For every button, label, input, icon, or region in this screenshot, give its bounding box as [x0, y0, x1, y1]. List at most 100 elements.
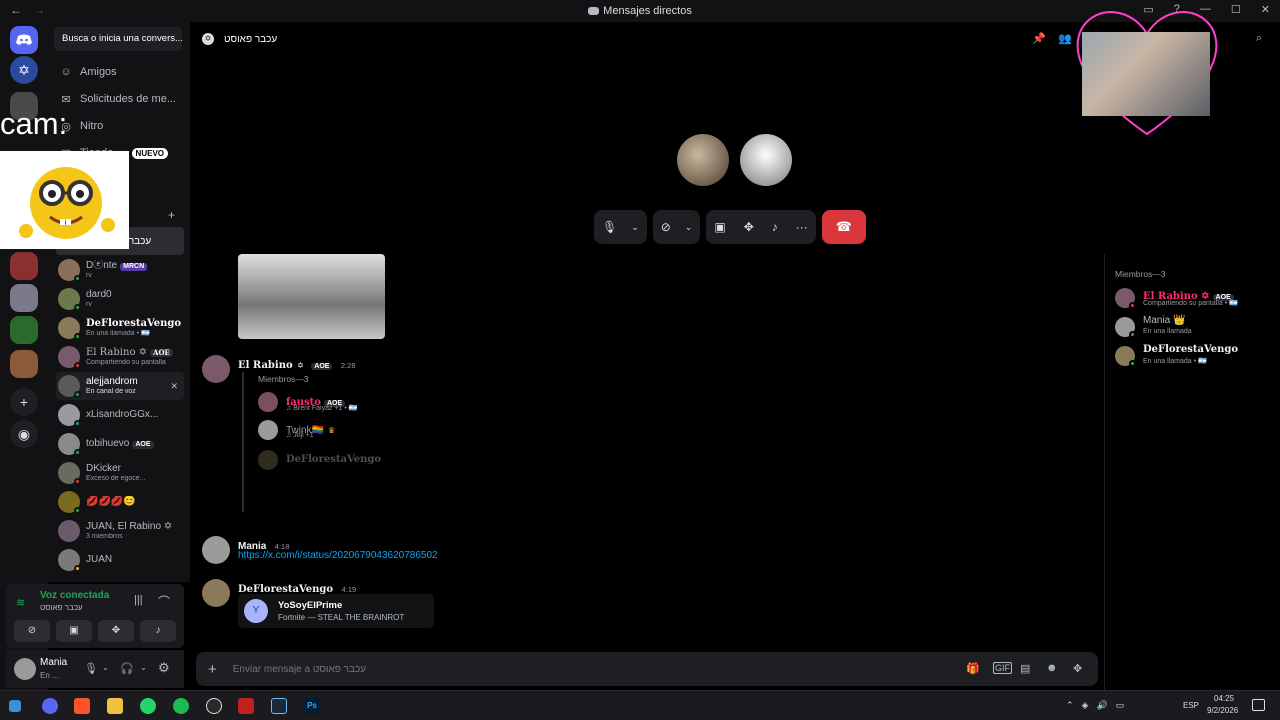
file-explorer-icon[interactable] — [107, 698, 123, 714]
brave-browser-icon[interactable] — [74, 698, 90, 714]
network-icon[interactable]: ◈ — [1082, 700, 1089, 711]
dm-item[interactable]: 💋💋💋😊 — [56, 488, 184, 516]
chevron-down-icon[interactable]: ⌄ — [631, 222, 639, 233]
dm-item-hover[interactable]: alejjandrom En canal de voz ✕ — [56, 372, 184, 400]
dm-item[interactable]: Dⓔnte MRCN rv — [56, 256, 184, 284]
more-options-icon[interactable]: ··· — [796, 220, 808, 234]
close-dm-icon[interactable]: ✕ — [170, 381, 178, 392]
search-icon[interactable]: ⌕ — [1256, 32, 1262, 45]
add-server-icon[interactable]: + — [10, 388, 38, 416]
user-status: En ... — [40, 671, 59, 680]
clock-date[interactable]: 9/2/2026 — [1207, 706, 1238, 715]
camera-off-icon[interactable]: ⊘ — [661, 220, 671, 234]
server-icon-7[interactable] — [10, 350, 38, 378]
home-discord-button[interactable] — [10, 26, 38, 54]
activity-card[interactable]: Y YoSoyElPrime Fortnite — STEAL THE BRAI… — [238, 594, 434, 628]
find-conversation-button[interactable]: Busca o inicia una convers... — [54, 27, 182, 51]
nav-friends[interactable]: ☺ Amigos — [54, 60, 182, 84]
activities-icon[interactable]: ✥ — [744, 220, 754, 234]
message-input[interactable] — [232, 663, 833, 675]
photoshop-icon[interactable]: Ps — [304, 698, 320, 714]
screen-share-icon[interactable]: ▣ — [714, 220, 725, 234]
soundboard-button[interactable]: ♪ — [140, 620, 176, 642]
avatar — [1115, 288, 1136, 309]
add-dm-icon[interactable]: + — [168, 208, 175, 222]
server-icon-6[interactable] — [10, 316, 38, 344]
members-embed: Miembros—3 fausto AOE ♫ Brent Faiyaz +1 •… — [242, 372, 422, 512]
dm-item-group[interactable]: JUAN, El Rabino ✡ 3 miembros — [56, 517, 184, 545]
avatar: Y — [244, 599, 268, 623]
server-icon-4[interactable] — [10, 252, 38, 280]
avatar[interactable] — [202, 355, 230, 383]
dm-status: 3 miembros — [86, 532, 123, 540]
nav-label: Amigos — [80, 66, 117, 78]
maximize-icon[interactable]: ☐ — [1231, 3, 1241, 16]
message-author[interactable]: El Rabino — [238, 360, 293, 371]
apps-icon[interactable]: ✥ — [1073, 662, 1082, 675]
headphones-icon[interactable]: 🎧 — [120, 662, 134, 675]
microphone-icon[interactable]: 🎙 — [602, 220, 617, 234]
dm-item[interactable]: tobihuevo AOE — [56, 430, 184, 458]
voice-status-title[interactable]: Voz conectada — [40, 590, 109, 601]
share-screen-button[interactable]: ▣ — [56, 620, 92, 642]
dm-item[interactable]: dard0 rv — [56, 285, 184, 313]
avatar[interactable] — [202, 579, 230, 607]
battery-icon[interactable]: ▭ — [1116, 700, 1125, 711]
voice-channel-name[interactable]: עכבר פאוסט — [40, 603, 83, 612]
disconnect-icon[interactable]: ⌒ — [158, 593, 170, 610]
end-call-button[interactable]: ☎ — [821, 210, 866, 244]
close-window-icon[interactable]: ✕ — [1261, 3, 1270, 16]
soundboard-icon[interactable]: ♪ — [772, 220, 778, 234]
chevron-down-icon[interactable]: ⌄ — [685, 222, 693, 233]
dm-item[interactable]: DKicker Exceso de egoce... — [56, 459, 184, 487]
app-icon-meter[interactable] — [238, 698, 254, 714]
gif-icon[interactable]: GIF — [993, 662, 1012, 674]
dm-item[interactable]: El Rabino ✡ AOE Compartiendo su pantalla — [56, 343, 184, 371]
discord-taskbar-icon[interactable] — [42, 698, 58, 714]
discord-logo-icon — [16, 34, 32, 45]
message-link[interactable]: https://x.com/i/status/20206790436207865… — [238, 550, 438, 561]
server-star-of-david[interactable]: ✡ — [10, 56, 38, 84]
toggle-camera-button[interactable]: ⊘ — [14, 620, 50, 642]
whatsapp-icon[interactable] — [140, 698, 156, 714]
server-icon-5[interactable] — [10, 284, 38, 312]
windows-start-icon[interactable] — [9, 700, 21, 712]
add-members-icon[interactable]: 👥 — [1058, 32, 1072, 45]
avatar[interactable] — [202, 536, 230, 564]
noise-suppression-icon[interactable]: ||| — [134, 594, 143, 606]
user-name[interactable]: Mania — [40, 657, 67, 668]
microphone-icon[interactable]: 🎙 — [84, 662, 98, 675]
gif-attachment[interactable] — [238, 254, 385, 339]
chevron-down-icon[interactable]: ⌄ — [140, 663, 147, 672]
spotify-icon[interactable] — [173, 698, 189, 714]
dm-name: tobihuevo AOE — [86, 438, 154, 450]
dm-item[interactable]: JUAN — [56, 546, 184, 574]
pin-icon[interactable]: 📌 — [1032, 32, 1046, 45]
call-participant-avatar[interactable] — [677, 134, 729, 186]
channel-name[interactable]: עכבר פאוסט — [224, 34, 277, 45]
obs-icon[interactable] — [206, 698, 222, 714]
dm-item[interactable]: DeFlorestaVengo En una llamada • 🇦🇷 — [56, 314, 184, 342]
call-participant-avatar[interactable] — [740, 134, 792, 186]
settings-gear-icon[interactable]: ⚙ — [158, 660, 170, 676]
explore-compass-icon[interactable]: ◉ — [10, 420, 38, 448]
steam-icon[interactable] — [271, 698, 287, 714]
nav-message-requests[interactable]: ✉ Solicitudes de me... — [54, 87, 182, 111]
dm-item[interactable]: xLisandroGGx... — [56, 401, 184, 429]
sticker-icon[interactable]: ▤ — [1020, 662, 1030, 675]
clock-time[interactable]: 04:25 — [1214, 694, 1234, 703]
nav-nitro[interactable]: ◎ Nitro — [54, 114, 182, 138]
volume-icon[interactable]: 🔊 — [1096, 700, 1107, 711]
notifications-icon[interactable] — [1252, 699, 1265, 711]
member-item[interactable]: El Rabino ✡ AOE Compartiendo su pantalla … — [1115, 286, 1275, 312]
input-language[interactable]: ESP — [1183, 701, 1199, 710]
member-item[interactable]: Mania 👑 En una llamada — [1115, 315, 1275, 341]
member-item[interactable]: DeFlorestaVengo En una llamada • 🇦🇷 — [1115, 344, 1275, 370]
chevron-up-icon[interactable]: ⌃ — [1066, 700, 1074, 711]
chevron-down-icon[interactable]: ⌄ — [102, 663, 109, 672]
emoji-icon[interactable]: ☻ — [1046, 662, 1058, 674]
activities-button[interactable]: ✥ — [98, 620, 134, 642]
add-attachment-icon[interactable]: + — [208, 661, 217, 678]
gift-icon[interactable]: 🎁 — [966, 662, 980, 675]
avatar[interactable] — [14, 658, 36, 680]
